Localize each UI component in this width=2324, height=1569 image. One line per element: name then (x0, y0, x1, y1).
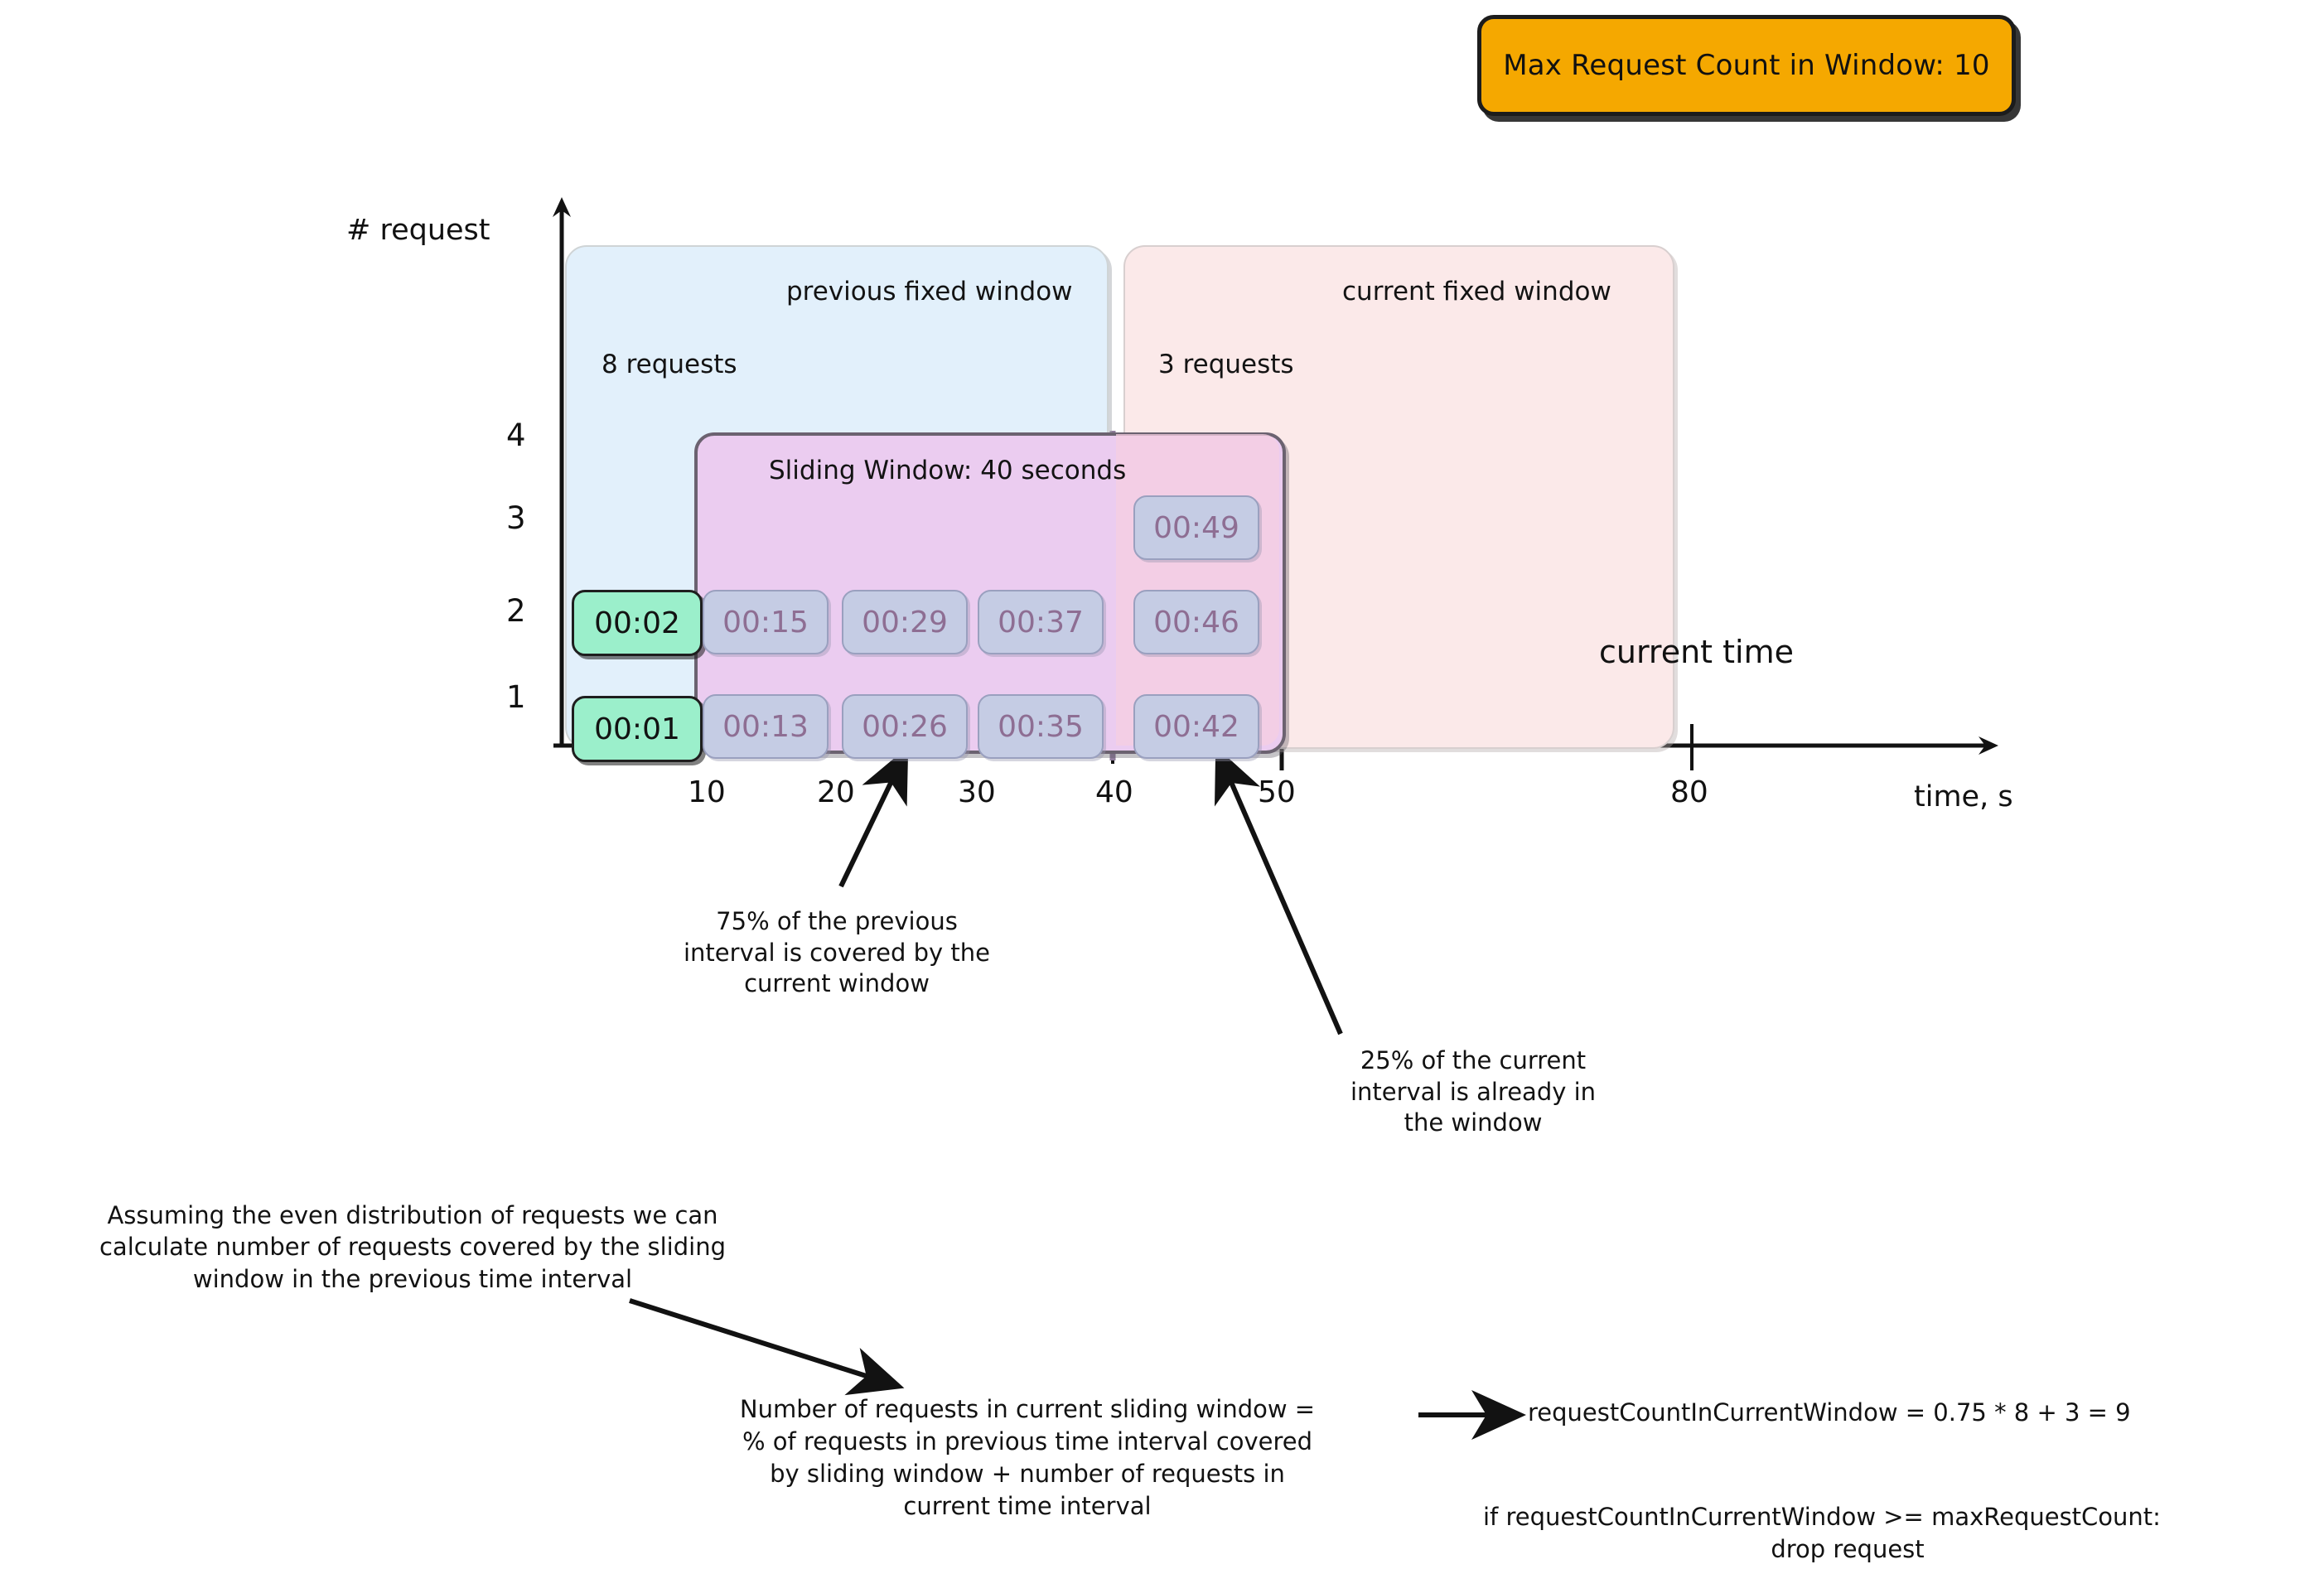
condition-code: if requestCountInCurrentWindow >= maxReq… (1483, 1501, 2212, 1566)
request-box[interactable]: 00:35 (978, 694, 1104, 759)
prev-coverage-line-2: interval is covered by the (684, 938, 990, 967)
curr-coverage-line-2: interval is already in (1350, 1077, 1597, 1106)
assumption-line-1: Assuming the even distribution of reques… (107, 1201, 718, 1229)
previous-fixed-window-title: previous fixed window (786, 277, 1073, 307)
formula-words-line-3: by sliding window + number of requests i… (770, 1460, 1285, 1489)
sliding-window-title: Sliding Window: 40 seconds (769, 456, 1127, 485)
max-request-count-badge: Max Request Count in Window: 10 (1477, 15, 2016, 116)
prev-coverage-line-1: 75% of the previous (716, 907, 958, 935)
current-time-label: current time (1599, 634, 1795, 670)
current-fixed-window-title: current fixed window (1342, 277, 1611, 307)
request-box[interactable]: 00:37 (978, 590, 1104, 654)
formula-words-line-4: current time interval (903, 1492, 1152, 1521)
y-tick-1: 1 (506, 679, 526, 715)
request-box[interactable]: 00:26 (842, 694, 968, 759)
assumption-line-3: window in the previous time interval (192, 1264, 633, 1293)
diagram-canvas: Max Request Count in Window: 10 previous… (0, 0, 2324, 1569)
y-tick-2: 2 (506, 593, 526, 629)
x-tick-40: 40 (1095, 775, 1133, 809)
curr-coverage-line-3: the window (1404, 1108, 1543, 1137)
curr-coverage-annotation: 25% of the current interval is already i… (1307, 1045, 1639, 1139)
request-box[interactable]: 00:49 (1133, 495, 1259, 560)
request-box[interactable]: 00:01 (572, 696, 703, 762)
x-axis-title: time, s (1914, 780, 2013, 813)
x-tick-30: 30 (958, 775, 996, 809)
curr-coverage-line-1: 25% of the current (1360, 1046, 1587, 1074)
y-axis-title: # request (346, 214, 490, 247)
prev-coverage-line-3: current window (744, 969, 930, 998)
y-tick-3: 3 (506, 500, 526, 536)
condition-code-line-1: if requestCountInCurrentWindow >= maxReq… (1483, 1503, 2161, 1531)
x-tick-20: 20 (817, 775, 855, 809)
request-box[interactable]: 00:13 (703, 694, 829, 759)
current-fixed-window-count: 3 requests (1158, 350, 1294, 379)
assumption-to-formula-arrow (629, 1298, 905, 1396)
assumption-annotation: Assuming the even distribution of reques… (15, 1200, 810, 1295)
formula-words: Number of requests in current sliding wi… (663, 1393, 1392, 1523)
condition-code-line-2: drop request (1771, 1535, 1925, 1564)
request-box[interactable]: 00:46 (1133, 590, 1259, 654)
request-box[interactable]: 00:02 (572, 590, 703, 656)
request-box[interactable]: 00:15 (703, 590, 829, 654)
x-tick-10: 10 (688, 775, 726, 809)
request-box[interactable]: 00:42 (1133, 694, 1259, 759)
x-tick-50: 50 (1258, 775, 1296, 809)
prev-coverage-annotation: 75% of the previous interval is covered … (655, 906, 1019, 1000)
previous-fixed-window-count: 8 requests (602, 350, 737, 379)
assumption-line-2: calculate number of requests covered by … (99, 1233, 726, 1262)
max-request-count-label: Max Request Count in Window: 10 (1503, 49, 1990, 82)
y-tick-4: 4 (506, 418, 526, 453)
x-tick-80: 80 (1670, 775, 1708, 809)
formula-words-line-2: % of requests in previous time interval … (742, 1427, 1313, 1456)
formula-code: requestCountInCurrentWindow = 0.75 * 8 +… (1528, 1398, 2131, 1427)
request-box[interactable]: 00:29 (842, 590, 968, 654)
formula-words-line-1: Number of requests in current sliding wi… (739, 1395, 1316, 1423)
